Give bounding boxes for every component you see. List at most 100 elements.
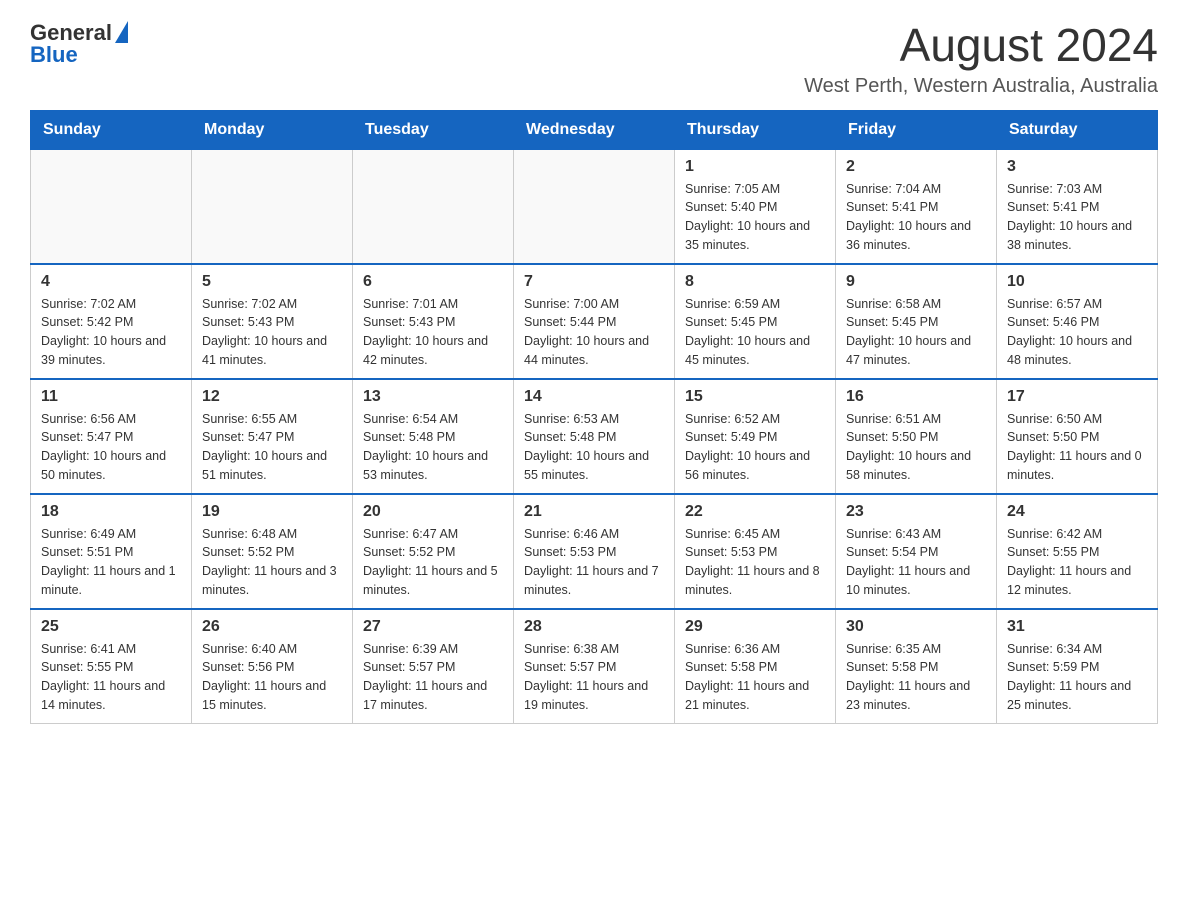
- day-number: 16: [846, 388, 986, 406]
- day-number: 17: [1007, 388, 1147, 406]
- day-info: Sunrise: 6:56 AM Sunset: 5:47 PM Dayligh…: [41, 410, 181, 485]
- day-cell: 3Sunrise: 7:03 AM Sunset: 5:41 PM Daylig…: [997, 149, 1158, 264]
- day-number: 28: [524, 618, 664, 636]
- day-cell: 24 Sunrise: 6:42 AM Sunset: 5:55 PM Dayli…: [997, 494, 1158, 609]
- day-cell: 19Sunrise: 6:48 AM Sunset: 5:52 PM Dayli…: [192, 494, 353, 609]
- day-cell: 1 Sunrise: 7:05 AM Sunset: 5:40 PM Daylig…: [675, 149, 836, 264]
- day-cell: 13Sunrise: 6:54 AM Sunset: 5:48 PM Dayli…: [353, 379, 514, 494]
- day-number: 31: [1007, 618, 1147, 636]
- day-cell: 6 Sunrise: 7:01 AM Sunset: 5:43 PM Daylig…: [353, 264, 514, 379]
- day-number: 22: [685, 503, 825, 521]
- day-info: Sunrise: 6:34 AM Sunset: 5:59 PM Dayligh…: [1007, 640, 1147, 715]
- week-row-5: 25 Sunrise: 6:41 AM Sunset: 5:55 PM Dayli…: [31, 609, 1158, 724]
- day-info: Sunrise: 6:52 AM Sunset: 5:49 PM Dayligh…: [685, 410, 825, 485]
- calendar-table: SundayMondayTuesdayWednesdayThursdayFrid…: [30, 110, 1158, 724]
- day-header-sunday: Sunday: [31, 110, 192, 149]
- day-cell: 25 Sunrise: 6:41 AM Sunset: 5:55 PM Dayli…: [31, 609, 192, 724]
- day-header-friday: Friday: [836, 110, 997, 149]
- day-number: 27: [363, 618, 503, 636]
- day-info: Sunrise: 6:38 AM Sunset: 5:57 PM Dayligh…: [524, 640, 664, 715]
- logo-blue-text: Blue: [30, 42, 78, 68]
- day-number: 26: [202, 618, 342, 636]
- day-cell: 14 Sunrise: 6:53 AM Sunset: 5:48 PM Dayli…: [514, 379, 675, 494]
- day-header-monday: Monday: [192, 110, 353, 149]
- day-info: Sunrise: 6:36 AM Sunset: 5:58 PM Dayligh…: [685, 640, 825, 715]
- day-cell: 10Sunrise: 6:57 AM Sunset: 5:46 PM Dayli…: [997, 264, 1158, 379]
- day-info: Sunrise: 6:51 AM Sunset: 5:50 PM Dayligh…: [846, 410, 986, 485]
- day-cell: 26 Sunrise: 6:40 AM Sunset: 5:56 PM Dayli…: [192, 609, 353, 724]
- day-info: Sunrise: 6:49 AM Sunset: 5:51 PM Dayligh…: [41, 525, 181, 600]
- day-info: Sunrise: 7:05 AM Sunset: 5:40 PM Dayligh…: [685, 180, 825, 255]
- day-info: Sunrise: 6:55 AM Sunset: 5:47 PM Dayligh…: [202, 410, 342, 485]
- day-header-tuesday: Tuesday: [353, 110, 514, 149]
- day-cell: 4Sunrise: 7:02 AM Sunset: 5:42 PM Daylig…: [31, 264, 192, 379]
- day-info: Sunrise: 6:58 AM Sunset: 5:45 PM Dayligh…: [846, 295, 986, 370]
- day-number: 6: [363, 273, 503, 291]
- day-info: Sunrise: 6:42 AM Sunset: 5:55 PM Dayligh…: [1007, 525, 1147, 600]
- week-row-2: 4Sunrise: 7:02 AM Sunset: 5:42 PM Daylig…: [31, 264, 1158, 379]
- day-cell: 21 Sunrise: 6:46 AM Sunset: 5:53 PM Dayli…: [514, 494, 675, 609]
- day-info: Sunrise: 6:46 AM Sunset: 5:53 PM Dayligh…: [524, 525, 664, 600]
- week-row-3: 11Sunrise: 6:56 AM Sunset: 5:47 PM Dayli…: [31, 379, 1158, 494]
- day-number: 19: [202, 503, 342, 521]
- calendar-body: 1 Sunrise: 7:05 AM Sunset: 5:40 PM Daylig…: [31, 149, 1158, 723]
- day-number: 2: [846, 158, 986, 176]
- day-info: Sunrise: 6:40 AM Sunset: 5:56 PM Dayligh…: [202, 640, 342, 715]
- day-info: Sunrise: 6:59 AM Sunset: 5:45 PM Dayligh…: [685, 295, 825, 370]
- day-info: Sunrise: 6:39 AM Sunset: 5:57 PM Dayligh…: [363, 640, 503, 715]
- day-cell: 23Sunrise: 6:43 AM Sunset: 5:54 PM Dayli…: [836, 494, 997, 609]
- day-info: Sunrise: 6:45 AM Sunset: 5:53 PM Dayligh…: [685, 525, 825, 600]
- day-number: 14: [524, 388, 664, 406]
- day-number: 12: [202, 388, 342, 406]
- day-info: Sunrise: 7:01 AM Sunset: 5:43 PM Dayligh…: [363, 295, 503, 370]
- day-cell: 16 Sunrise: 6:51 AM Sunset: 5:50 PM Dayli…: [836, 379, 997, 494]
- day-header-wednesday: Wednesday: [514, 110, 675, 149]
- day-cell: 18 Sunrise: 6:49 AM Sunset: 5:51 PM Dayli…: [31, 494, 192, 609]
- day-cell: 27 Sunrise: 6:39 AM Sunset: 5:57 PM Dayli…: [353, 609, 514, 724]
- day-info: Sunrise: 7:02 AM Sunset: 5:43 PM Dayligh…: [202, 295, 342, 370]
- day-cell: [192, 149, 353, 264]
- day-number: 15: [685, 388, 825, 406]
- day-number: 4: [41, 273, 181, 291]
- day-cell: 20Sunrise: 6:47 AM Sunset: 5:52 PM Dayli…: [353, 494, 514, 609]
- day-header-thursday: Thursday: [675, 110, 836, 149]
- day-number: 20: [363, 503, 503, 521]
- day-cell: [353, 149, 514, 264]
- day-number: 21: [524, 503, 664, 521]
- day-number: 23: [846, 503, 986, 521]
- day-number: 29: [685, 618, 825, 636]
- day-cell: 29 Sunrise: 6:36 AM Sunset: 5:58 PM Dayli…: [675, 609, 836, 724]
- day-cell: 22 Sunrise: 6:45 AM Sunset: 5:53 PM Dayli…: [675, 494, 836, 609]
- day-info: Sunrise: 7:00 AM Sunset: 5:44 PM Dayligh…: [524, 295, 664, 370]
- day-info: Sunrise: 6:35 AM Sunset: 5:58 PM Dayligh…: [846, 640, 986, 715]
- subtitle: West Perth, Western Australia, Australia: [804, 75, 1158, 98]
- day-cell: [514, 149, 675, 264]
- day-number: 30: [846, 618, 986, 636]
- day-cell: 8 Sunrise: 6:59 AM Sunset: 5:45 PM Daylig…: [675, 264, 836, 379]
- day-number: 1: [685, 158, 825, 176]
- day-info: Sunrise: 6:53 AM Sunset: 5:48 PM Dayligh…: [524, 410, 664, 485]
- day-cell: [31, 149, 192, 264]
- day-number: 8: [685, 273, 825, 291]
- day-cell: 5 Sunrise: 7:02 AM Sunset: 5:43 PM Daylig…: [192, 264, 353, 379]
- day-cell: 30 Sunrise: 6:35 AM Sunset: 5:58 PM Dayli…: [836, 609, 997, 724]
- day-info: Sunrise: 7:03 AM Sunset: 5:41 PM Dayligh…: [1007, 180, 1147, 255]
- logo: General Blue: [30, 20, 128, 68]
- calendar-header: SundayMondayTuesdayWednesdayThursdayFrid…: [31, 110, 1158, 149]
- main-title: August 2024: [804, 20, 1158, 71]
- day-number: 13: [363, 388, 503, 406]
- day-cell: 7Sunrise: 7:00 AM Sunset: 5:44 PM Daylig…: [514, 264, 675, 379]
- day-cell: 12 Sunrise: 6:55 AM Sunset: 5:47 PM Dayli…: [192, 379, 353, 494]
- day-number: 5: [202, 273, 342, 291]
- day-number: 25: [41, 618, 181, 636]
- day-number: 9: [846, 273, 986, 291]
- page-header: General Blue August 2024 West Perth, Wes…: [30, 20, 1158, 98]
- title-area: August 2024 West Perth, Western Australi…: [804, 20, 1158, 98]
- day-info: Sunrise: 6:50 AM Sunset: 5:50 PM Dayligh…: [1007, 410, 1147, 485]
- day-cell: 31 Sunrise: 6:34 AM Sunset: 5:59 PM Dayli…: [997, 609, 1158, 724]
- day-number: 24: [1007, 503, 1147, 521]
- week-row-4: 18 Sunrise: 6:49 AM Sunset: 5:51 PM Dayli…: [31, 494, 1158, 609]
- header-row: SundayMondayTuesdayWednesdayThursdayFrid…: [31, 110, 1158, 149]
- day-info: Sunrise: 6:41 AM Sunset: 5:55 PM Dayligh…: [41, 640, 181, 715]
- day-number: 18: [41, 503, 181, 521]
